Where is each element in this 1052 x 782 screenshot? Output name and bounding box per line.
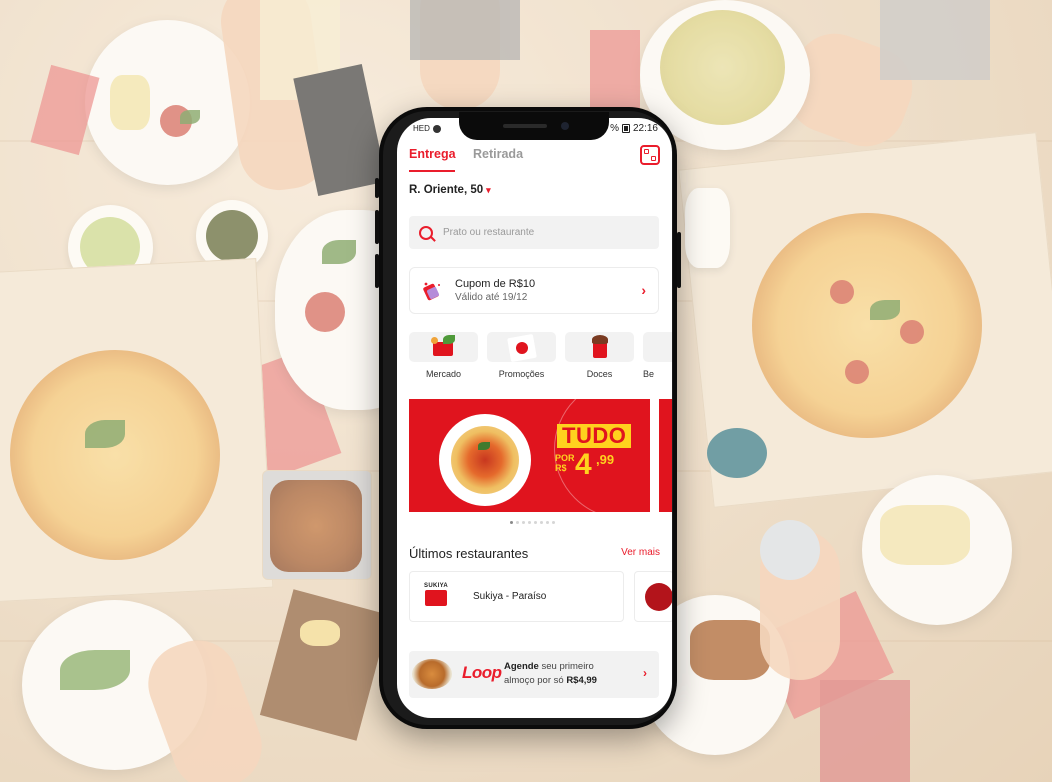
- grocery-basket-icon: [409, 332, 478, 362]
- banner-por-label: POR R$: [555, 453, 575, 473]
- meal-image: [412, 659, 452, 689]
- carousel-dot: [540, 521, 543, 524]
- phone-power-button: [677, 232, 681, 288]
- loop-promo-line2-text: almoço por só: [504, 675, 567, 686]
- battery-icon: [621, 124, 630, 133]
- loop-promo-line2: almoço por só R$4,99: [504, 674, 597, 688]
- coupon-card[interactable]: Cupom de R$10 Válido até 19/12 ›: [409, 267, 659, 314]
- restaurant-card[interactable]: [634, 571, 672, 622]
- tab-retirada[interactable]: Retirada: [473, 147, 523, 161]
- status-bar-left: HED: [413, 124, 441, 133]
- phone-camera: [561, 122, 569, 130]
- carousel-dot: [546, 521, 549, 524]
- delivery-address: R. Oriente, 50: [409, 184, 484, 196]
- delivery-address-selector[interactable]: R. Oriente, 50 ▾: [409, 184, 491, 196]
- banner-por: POR: [555, 453, 575, 463]
- coupon-title: Cupom de R$10: [455, 278, 536, 290]
- category-label: Mercado: [425, 369, 461, 379]
- loop-promo-card[interactable]: Loop Agende seu primeiro almoço por só R…: [409, 651, 659, 698]
- banner-currency: R$: [555, 463, 567, 473]
- restaurant-logo: [645, 583, 672, 611]
- category-bebidas[interactable]: Be: [643, 332, 672, 379]
- carrier-label: HED: [413, 124, 430, 133]
- ticket-icon: [423, 282, 440, 301]
- qr-code-icon: [644, 149, 649, 154]
- carousel-dot: [516, 521, 519, 524]
- coupon-validity: Válido até 19/12: [455, 292, 528, 303]
- signal-icon: [432, 124, 441, 133]
- banner-headline: TUDO: [557, 424, 632, 448]
- pasta-image: [451, 426, 519, 494]
- app-screen: HED % 22:16 Entrega Retirada R. Oriente,…: [397, 118, 672, 718]
- restaurant-logo-text: SUKIYA: [424, 583, 448, 589]
- tab-entrega[interactable]: Entrega: [409, 147, 456, 161]
- active-tab-indicator: [409, 170, 455, 172]
- next-promo-banner[interactable]: [659, 399, 672, 512]
- category-label: Promoções: [498, 369, 545, 379]
- carousel-dot: [534, 521, 537, 524]
- basil-leaf-image: [478, 442, 490, 450]
- restaurant-name: Sukiya - Paraíso: [473, 591, 547, 602]
- chevron-down-icon: ▾: [486, 184, 491, 195]
- chevron-right-icon: ›: [641, 282, 646, 298]
- search-placeholder: Prato ou restaurante: [443, 227, 535, 238]
- qr-code-scanner-button[interactable]: [640, 145, 660, 165]
- see-more-link[interactable]: Ver mais: [621, 547, 660, 558]
- drink-icon: [643, 332, 672, 362]
- qr-code-icon-part: [651, 156, 656, 161]
- category-doces[interactable]: Doces: [565, 332, 634, 379]
- loop-logo: Loop: [462, 663, 502, 682]
- phone-speaker: [503, 124, 547, 128]
- chevron-right-icon: ›: [643, 666, 647, 680]
- search-icon: [419, 225, 433, 240]
- loop-promo-line1: Agende seu primeiro: [504, 660, 597, 674]
- carousel-dot: [552, 521, 555, 524]
- carousel-dot: [510, 521, 513, 524]
- banner-price-cents: ,99: [596, 452, 615, 467]
- category-mercado[interactable]: Mercado: [409, 332, 478, 379]
- ice-cream-icon: [565, 332, 634, 362]
- loop-promo-text: Agende seu primeiro almoço por só R$4,99: [504, 660, 597, 688]
- loop-promo-price: R$4,99: [566, 675, 597, 686]
- status-time: 22:16: [632, 123, 658, 134]
- carousel-dot: [528, 521, 531, 524]
- loop-promo-rest: seu primeiro: [538, 661, 594, 672]
- status-bar-right: % 22:16: [610, 123, 658, 134]
- category-promocoes[interactable]: Promoções: [487, 332, 556, 379]
- category-label: Be: [643, 369, 655, 379]
- restaurant-card[interactable]: SUKIYA Sukiya - Paraíso: [409, 571, 624, 622]
- bowl-icon: [425, 590, 447, 606]
- category-label: Doces: [586, 369, 613, 379]
- search-input[interactable]: Prato ou restaurante: [409, 216, 659, 249]
- section-title-recent-restaurants: Últimos restaurantes: [409, 546, 529, 561]
- promo-banner[interactable]: TUDO POR R$ 4 ,99: [409, 399, 650, 512]
- restaurant-logo: SUKIYA: [422, 583, 450, 611]
- banner-price: 4: [575, 448, 592, 481]
- carousel-dot: [522, 521, 525, 524]
- battery-percent: %: [610, 123, 619, 134]
- loop-promo-bold: Agende: [504, 661, 539, 672]
- promo-box-icon: [487, 332, 556, 362]
